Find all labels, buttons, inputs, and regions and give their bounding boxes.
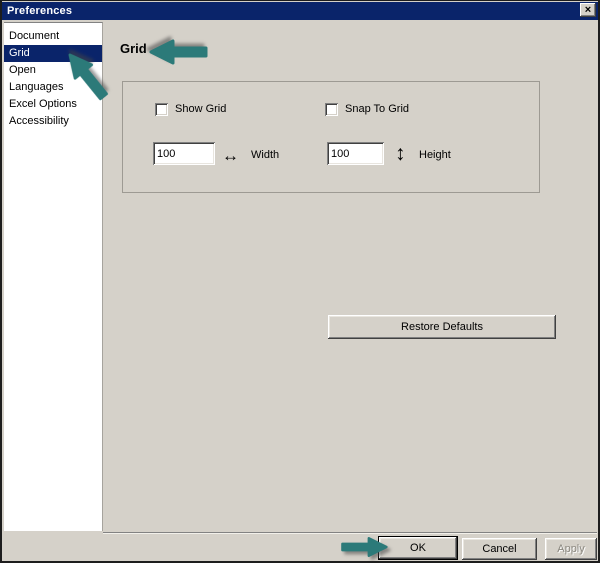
sidebar-item-excel-options[interactable]: Excel Options [4, 96, 102, 113]
up-down-arrow-icon: ↕ [395, 142, 406, 166]
snap-to-grid-label: Snap To Grid [345, 103, 409, 116]
grid-width-input[interactable] [153, 142, 215, 165]
snap-to-grid-checkbox[interactable] [325, 103, 338, 116]
preferences-dialog: Preferences × Document Grid Open Languag… [0, 0, 600, 563]
sidebar-item-grid[interactable]: Grid [4, 45, 102, 62]
close-button[interactable]: × [580, 3, 596, 17]
footer-divider [103, 532, 597, 534]
sidebar-item-open[interactable]: Open [4, 62, 102, 79]
sidebar-item-document[interactable]: Document [4, 28, 102, 45]
height-label: Height [419, 149, 451, 161]
grid-heading: Grid [120, 41, 147, 56]
apply-button: Apply [545, 538, 597, 560]
restore-defaults-button[interactable]: Restore Defaults [328, 315, 556, 339]
titlebar: Preferences × [2, 2, 598, 20]
close-x-icon: × [585, 4, 591, 16]
window-title: Preferences [2, 5, 72, 17]
sidebar: Document Grid Open Languages Excel Optio… [4, 22, 103, 531]
grid-settings-groupbox: Show Grid Snap To Grid ↔ Width ↕ Height [122, 81, 540, 193]
grid-height-input[interactable] [327, 142, 384, 165]
width-label: Width [251, 149, 279, 161]
sidebar-item-languages[interactable]: Languages [4, 79, 102, 96]
show-grid-label: Show Grid [175, 103, 226, 116]
annotation-arrow-grid-heading-icon [148, 39, 210, 65]
show-grid-checkbox[interactable] [155, 103, 168, 116]
cancel-button[interactable]: Cancel [462, 538, 537, 560]
left-right-arrow-icon: ↔ [222, 147, 239, 164]
ok-button[interactable]: OK [378, 536, 458, 560]
sidebar-item-accessibility[interactable]: Accessibility [4, 113, 102, 130]
